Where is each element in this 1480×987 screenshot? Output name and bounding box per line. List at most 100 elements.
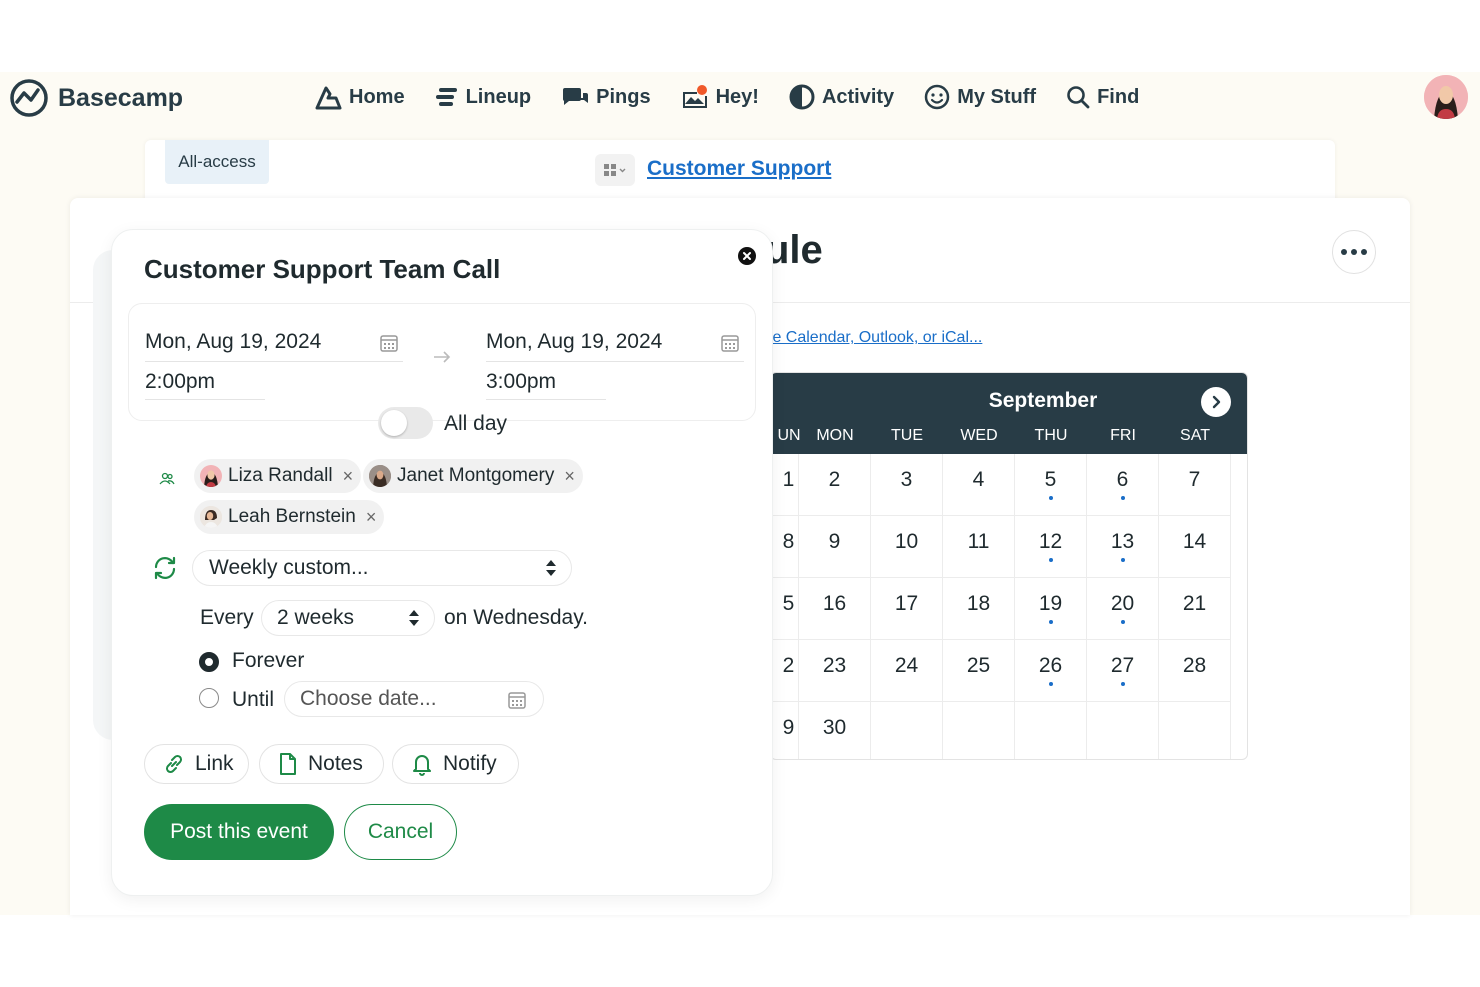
calendar-day-number: 5	[782, 592, 795, 615]
event-title[interactable]: Customer Support Team Call	[144, 254, 500, 285]
calendar-day[interactable]: 23	[799, 640, 871, 702]
calendar-day[interactable]: 2	[771, 640, 799, 702]
calendar-day[interactable]: 9	[771, 702, 799, 759]
calendar-day[interactable]: 5	[1015, 454, 1087, 516]
post-event-button[interactable]: Post this event	[144, 804, 334, 860]
until-date-input[interactable]: Choose date...	[284, 681, 544, 717]
nav-lineup[interactable]: Lineup	[435, 82, 531, 112]
weekday-label: THU	[1034, 427, 1068, 444]
calendar-day[interactable]: 30	[799, 702, 871, 759]
user-avatar[interactable]	[1424, 75, 1468, 119]
notify-button[interactable]: Notify	[392, 744, 519, 784]
repeat-select[interactable]: Weekly custom...	[192, 550, 572, 586]
calendar-day[interactable]: 14	[1159, 516, 1231, 578]
attendee-chip: Leah Bernstein ×	[194, 500, 385, 534]
remove-attendee-icon[interactable]: ×	[343, 466, 354, 487]
event-dot	[1120, 620, 1125, 624]
calendar-day[interactable]: 27	[1087, 640, 1159, 702]
nav-pings[interactable]: Pings	[561, 82, 651, 112]
page-title: ule	[765, 228, 823, 272]
calendar-day[interactable]: 4	[943, 454, 1015, 516]
basecamp-logo-icon	[10, 79, 48, 117]
calendar-day	[943, 702, 1015, 759]
interval-select[interactable]: 2 weeks	[261, 600, 435, 636]
end-date-field[interactable]: Mon, Aug 19, 2024	[486, 330, 662, 354]
cancel-button[interactable]: Cancel	[344, 804, 457, 860]
calendar-day[interactable]: 1	[771, 454, 799, 516]
calendar-day-number: 20	[1110, 592, 1135, 615]
remove-attendee-icon[interactable]: ×	[564, 466, 575, 487]
calendar-day[interactable]: 8	[771, 516, 799, 578]
pings-icon	[563, 88, 589, 105]
link-button[interactable]: Link	[144, 744, 249, 784]
my-stuff-icon	[924, 84, 950, 110]
calendar-day[interactable]: 3	[871, 454, 943, 516]
basecamp-logo[interactable]: Basecamp	[8, 78, 183, 118]
all-access-badge[interactable]: All-access	[165, 140, 269, 184]
nav-pings-label: Pings	[596, 85, 651, 108]
calendar-day[interactable]: 24	[871, 640, 943, 702]
notes-button[interactable]: Notes	[259, 744, 384, 784]
project-switcher-button[interactable]	[595, 154, 635, 186]
calendar-header: September UN MON TUE WED THU FRI SAT	[771, 373, 1247, 454]
ellipsis-icon	[1341, 249, 1347, 255]
calendar-day[interactable]: 5	[771, 578, 799, 640]
nav-my-stuff[interactable]: My Stuff	[924, 82, 1036, 112]
calendar-day[interactable]: 19	[1015, 578, 1087, 640]
calendar-day[interactable]: 20	[1087, 578, 1159, 640]
attendee-name: Janet Montgomery	[397, 465, 555, 486]
calendar-day[interactable]: 11	[943, 516, 1015, 578]
forever-label: Forever	[232, 649, 305, 672]
nav-activity[interactable]: Activity	[789, 82, 894, 112]
calendar-day[interactable]: 6	[1087, 454, 1159, 516]
calendar-day	[1015, 702, 1087, 759]
calendar-day[interactable]: 16	[799, 578, 871, 640]
chevron-right-icon	[1212, 395, 1221, 409]
subscribe-calendar-link[interactable]: gle Calendar, Outlook, or iCal...	[760, 329, 982, 347]
weekday-label: SAT	[1180, 427, 1210, 444]
search-icon	[1067, 86, 1090, 109]
calendar-icon[interactable]	[379, 333, 399, 353]
notes-icon	[280, 753, 296, 775]
all-day-toggle[interactable]	[378, 407, 433, 439]
calendar-day[interactable]: 9	[799, 516, 871, 578]
attendee-chip: Liza Randall ×	[194, 459, 362, 493]
calendar-day-number: 12	[1038, 530, 1063, 553]
repeat-select-value: Weekly custom...	[209, 556, 369, 579]
calendar-day-number: 30	[822, 716, 847, 739]
close-button[interactable]	[738, 247, 756, 265]
nav-hey[interactable]: Hey!	[681, 82, 759, 112]
remove-attendee-icon[interactable]: ×	[366, 507, 377, 528]
until-date-placeholder: Choose date...	[300, 687, 437, 710]
nav-find[interactable]: Find	[1066, 82, 1139, 112]
calendar-day[interactable]: 10	[871, 516, 943, 578]
calendar-day-number: 25	[966, 654, 991, 677]
forever-radio[interactable]	[199, 652, 219, 672]
end-time-field[interactable]: 3:00pm	[486, 370, 556, 394]
calendar-day[interactable]: 17	[871, 578, 943, 640]
calendar-day-number: 1	[782, 468, 795, 491]
calendar-day-number: 19	[1038, 592, 1063, 615]
calendar-day[interactable]: 26	[1015, 640, 1087, 702]
calendar-day[interactable]: 18	[943, 578, 1015, 640]
calendar-day[interactable]: 25	[943, 640, 1015, 702]
calendar-day[interactable]: 13	[1087, 516, 1159, 578]
calendar-day[interactable]: 7	[1159, 454, 1231, 516]
until-radio[interactable]	[199, 688, 219, 708]
calendar-day[interactable]: 12	[1015, 516, 1087, 578]
calendar-icon[interactable]	[720, 333, 740, 353]
nav-home[interactable]: Home	[314, 82, 405, 112]
select-arrows-icon	[409, 610, 419, 626]
start-time-field[interactable]: 2:00pm	[145, 370, 215, 394]
hey-icon	[682, 85, 707, 108]
link-icon	[165, 754, 183, 774]
start-date-field[interactable]: Mon, Aug 19, 2024	[145, 330, 321, 354]
calendar-day[interactable]: 21	[1159, 578, 1231, 640]
calendar-day[interactable]: 28	[1159, 640, 1231, 702]
calendar-day-number: 9	[828, 530, 841, 553]
calendar-day-number: 26	[1038, 654, 1063, 677]
next-month-button[interactable]	[1201, 387, 1231, 417]
project-link[interactable]: Customer Support	[647, 157, 831, 181]
calendar-day[interactable]: 2	[799, 454, 871, 516]
more-options-button[interactable]	[1332, 230, 1376, 274]
